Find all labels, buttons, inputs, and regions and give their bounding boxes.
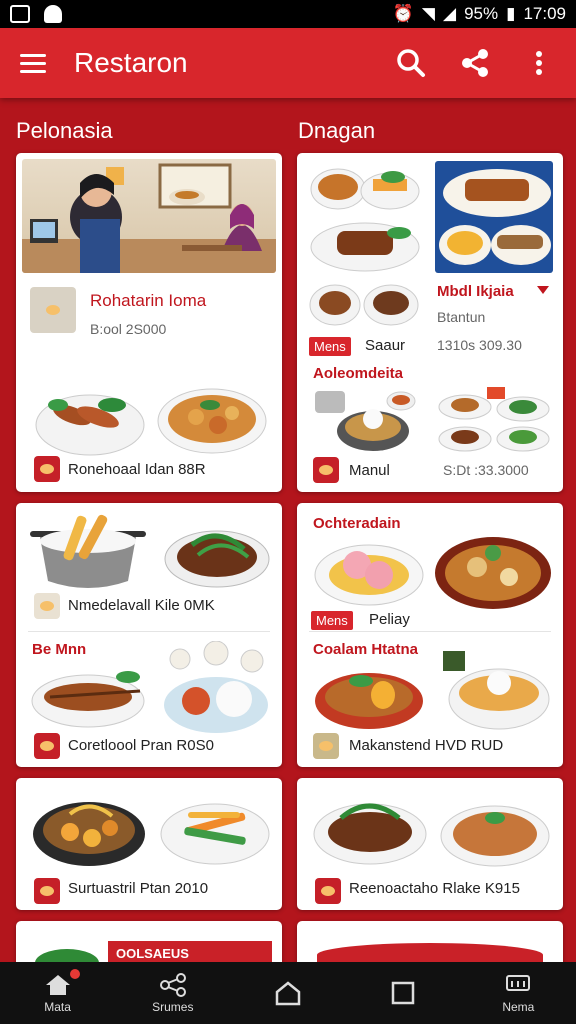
food-image-salad-plate	[359, 161, 421, 213]
bottom-navigation: Mata Srumes Nema	[0, 962, 576, 1024]
food-image-noodle-bowl	[441, 649, 553, 733]
nav-home[interactable]: Mata	[18, 968, 98, 1014]
nav-label: Mata	[44, 999, 71, 1014]
card-title: Rohatarin Ioma	[90, 291, 207, 310]
restaurant-card-4[interactable]: Ochteradain Mens Peliay Coalam Htatna Ma…	[297, 503, 563, 767]
restaurant-card-1[interactable]: Rohatarin Ioma B:ool 2S000 Ronehoaal Ida…	[16, 153, 282, 492]
restaurant-thumb-icon	[34, 733, 60, 759]
app-notification-icon	[44, 5, 62, 23]
share-icon	[159, 972, 186, 997]
nav-label: Srumes	[152, 999, 194, 1014]
card-caption: Manul	[349, 462, 390, 479]
card-caption: Surtuastril Ptan 2010	[68, 880, 209, 897]
alarm-icon: ⏰	[392, 4, 414, 23]
menu-badge: Mens	[309, 337, 351, 356]
nav-share[interactable]: Srumes	[133, 972, 213, 1014]
restaurant-card-6[interactable]: Reenoactaho Rlake K915	[297, 778, 563, 910]
card-caption: Reenoactaho Rlake K915	[349, 880, 520, 897]
food-image-rice-set	[311, 387, 423, 455]
section-label: Aoleomdeita	[313, 365, 404, 382]
search-icon[interactable]	[394, 46, 428, 80]
menu-badge: Mens	[311, 611, 353, 630]
section-label: Be Mnn	[32, 641, 87, 658]
food-image-braised-beef	[311, 788, 429, 868]
square-icon	[391, 981, 415, 1005]
restaurant-thumb-icon	[34, 593, 60, 619]
notification-badge	[69, 968, 80, 979]
wifi-icon: ◥	[421, 4, 435, 23]
food-image-grilled-sausage	[34, 375, 146, 459]
restaurant-thumb-icon	[34, 878, 60, 904]
nav-system-home[interactable]	[248, 980, 328, 1006]
food-image-small-plates	[433, 387, 553, 457]
restaurant-card-3[interactable]: Nmedelavall Kile 0MK Be Mnn Coretloool P…	[16, 503, 282, 767]
dropdown-arrow-icon[interactable]	[537, 286, 549, 294]
food-image-fried-rice	[313, 661, 425, 731]
menu-icon[interactable]	[20, 53, 46, 73]
card-title: Ochteradain	[313, 515, 401, 532]
restaurant-card-2[interactable]: Mbdl Ikjaia Btantun Mens Saaur 1310s 309…	[297, 153, 563, 492]
food-image-rice-balls	[313, 535, 425, 607]
card-title: Mbdl Ikjaia	[437, 283, 514, 300]
food-image-minced-rice	[439, 796, 551, 870]
menu-icon	[506, 974, 531, 991]
card-caption: Coretloool Pran R0S0	[68, 737, 214, 754]
price-text: 1310s 309.30	[437, 337, 522, 353]
food-image-stir-fry-veg	[158, 790, 272, 868]
card-subtitle: B:ool 2S000	[90, 321, 167, 337]
restaurant-card-5[interactable]: Surtuastril Ptan 2010	[16, 778, 282, 910]
food-image-glazed-meat	[309, 215, 421, 275]
app-bar: Restaron	[0, 28, 576, 98]
gallery-notification-icon	[10, 5, 30, 23]
clock: 17:09	[523, 4, 566, 23]
section-title-right: Dnagan	[298, 118, 376, 143]
app-title: Restaron	[74, 47, 188, 78]
divider	[309, 631, 551, 632]
food-image-stew-bowl	[156, 375, 268, 459]
home-icon	[45, 974, 70, 995]
restaurant-thumb-icon	[34, 456, 60, 482]
restaurant-thumb-icon	[313, 733, 339, 759]
badge-label: Saaur	[365, 337, 406, 354]
food-image-beef-skillet	[162, 515, 272, 593]
card-caption: Ronehoaal Idan 88R	[68, 461, 206, 478]
nav-menu[interactable]: Nema	[478, 973, 558, 1014]
divider	[28, 631, 270, 632]
section-title-left: Pelonasia	[16, 118, 113, 143]
restaurant-scene-image	[22, 159, 276, 273]
restaurant-thumb-icon	[313, 457, 339, 483]
share-icon[interactable]	[458, 46, 492, 80]
featured-food-panel	[435, 161, 553, 273]
restaurant-logo-icon	[30, 287, 76, 333]
food-image-small-dish-1	[309, 281, 421, 327]
food-image-noodle-platter	[433, 531, 553, 611]
signal-icon: ◢	[442, 4, 457, 23]
nav-recents[interactable]	[363, 980, 443, 1006]
footer-price: S:Dt :33.3000	[443, 462, 529, 478]
restaurant-thumb-icon	[315, 878, 341, 904]
battery-level: 95%	[464, 4, 499, 23]
home-outline-icon	[275, 981, 301, 1006]
status-bar: ⏰ ◥ ◢ 95% ▮ 17:09	[0, 0, 576, 28]
badge-label: Peliay	[369, 611, 410, 628]
battery-icon: ▮	[506, 4, 516, 23]
nav-label: Nema	[502, 999, 535, 1014]
food-image-partial	[32, 935, 102, 965]
food-image-grilled-fish	[30, 661, 148, 729]
food-image-veg-pan	[30, 788, 148, 868]
section-label: Coalam Htatna	[313, 641, 419, 658]
more-options-icon[interactable]	[522, 46, 556, 80]
card-subtitle: Btantun	[437, 309, 486, 325]
food-image-rice-pot	[28, 511, 148, 597]
card-caption: Makanstend HVD RUD	[349, 737, 504, 754]
card-caption: Nmedelavall Kile 0MK	[68, 597, 215, 614]
food-image-rice-platter	[160, 641, 272, 735]
